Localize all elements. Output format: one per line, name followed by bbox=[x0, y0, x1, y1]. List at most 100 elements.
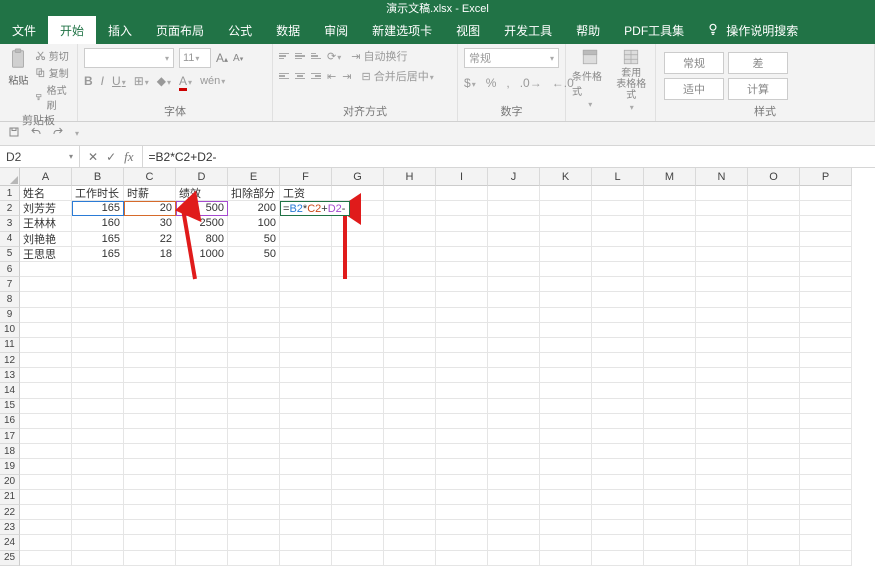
cell-D12[interactable] bbox=[176, 353, 228, 368]
cell-M25[interactable] bbox=[644, 551, 696, 566]
font-size-select[interactable]: 11▾ bbox=[179, 48, 211, 68]
cell-C7[interactable] bbox=[124, 277, 176, 292]
cell-K19[interactable] bbox=[540, 459, 592, 474]
cell-E5[interactable]: 50 bbox=[228, 247, 280, 262]
cell-B10[interactable] bbox=[72, 323, 124, 338]
cell-F1[interactable]: 工资 bbox=[280, 186, 332, 201]
cell-A12[interactable] bbox=[20, 353, 72, 368]
cell-P10[interactable] bbox=[800, 323, 852, 338]
cell-E12[interactable] bbox=[228, 353, 280, 368]
cell-G3[interactable] bbox=[332, 216, 384, 231]
border-button[interactable]: ⊞▾ bbox=[134, 74, 149, 88]
cell-I5[interactable] bbox=[436, 247, 488, 262]
cell-L5[interactable] bbox=[592, 247, 644, 262]
tab-help[interactable]: 帮助 bbox=[564, 16, 612, 44]
cell-E16[interactable] bbox=[228, 414, 280, 429]
cell-E1[interactable]: 扣除部分 bbox=[228, 186, 280, 201]
italic-button[interactable]: I bbox=[101, 74, 104, 88]
cell-O5[interactable] bbox=[748, 247, 800, 262]
cell-J17[interactable] bbox=[488, 429, 540, 444]
cell-F13[interactable] bbox=[280, 368, 332, 383]
cell-F6[interactable] bbox=[280, 262, 332, 277]
cell-P17[interactable] bbox=[800, 429, 852, 444]
cell-I23[interactable] bbox=[436, 520, 488, 535]
cell-O15[interactable] bbox=[748, 399, 800, 414]
cell-P8[interactable] bbox=[800, 292, 852, 307]
cell-O4[interactable] bbox=[748, 232, 800, 247]
cell-G12[interactable] bbox=[332, 353, 384, 368]
cell-K20[interactable] bbox=[540, 475, 592, 490]
cell-I12[interactable] bbox=[436, 353, 488, 368]
cell-G14[interactable] bbox=[332, 383, 384, 398]
col-header-M[interactable]: M bbox=[644, 168, 696, 186]
cell-M17[interactable] bbox=[644, 429, 696, 444]
cell-J9[interactable] bbox=[488, 308, 540, 323]
cell-O11[interactable] bbox=[748, 338, 800, 353]
tab-page-layout[interactable]: 页面布局 bbox=[144, 16, 216, 44]
cell-H14[interactable] bbox=[384, 383, 436, 398]
row-header-8[interactable]: 8 bbox=[0, 292, 20, 307]
cell-J25[interactable] bbox=[488, 551, 540, 566]
cell-A8[interactable] bbox=[20, 292, 72, 307]
cell-L22[interactable] bbox=[592, 505, 644, 520]
increase-font-button[interactable]: A▴ bbox=[216, 51, 228, 65]
cell-H20[interactable] bbox=[384, 475, 436, 490]
cell-O23[interactable] bbox=[748, 520, 800, 535]
tab-review[interactable]: 审阅 bbox=[312, 16, 360, 44]
cell-L23[interactable] bbox=[592, 520, 644, 535]
cell-N3[interactable] bbox=[696, 216, 748, 231]
cell-O20[interactable] bbox=[748, 475, 800, 490]
font-color-button[interactable]: A▾ bbox=[179, 74, 192, 88]
cell-F10[interactable] bbox=[280, 323, 332, 338]
cell-N22[interactable] bbox=[696, 505, 748, 520]
cell-B24[interactable] bbox=[72, 535, 124, 550]
cell-J19[interactable] bbox=[488, 459, 540, 474]
col-header-P[interactable]: P bbox=[800, 168, 852, 186]
cell-G1[interactable] bbox=[332, 186, 384, 201]
cell-C17[interactable] bbox=[124, 429, 176, 444]
cell-N8[interactable] bbox=[696, 292, 748, 307]
row-header-12[interactable]: 12 bbox=[0, 353, 20, 368]
cell-F14[interactable] bbox=[280, 383, 332, 398]
cell-H23[interactable] bbox=[384, 520, 436, 535]
cell-F8[interactable] bbox=[280, 292, 332, 307]
cell-F22[interactable] bbox=[280, 505, 332, 520]
underline-button[interactable]: U▾ bbox=[112, 74, 126, 88]
cell-I22[interactable] bbox=[436, 505, 488, 520]
cell-H9[interactable] bbox=[384, 308, 436, 323]
cell-G25[interactable] bbox=[332, 551, 384, 566]
formula-input[interactable]: =B2*C2+D2- bbox=[143, 146, 875, 167]
cell-D9[interactable] bbox=[176, 308, 228, 323]
cell-E21[interactable] bbox=[228, 490, 280, 505]
cell-M18[interactable] bbox=[644, 444, 696, 459]
cell-N13[interactable] bbox=[696, 368, 748, 383]
cell-E6[interactable] bbox=[228, 262, 280, 277]
cell-G6[interactable] bbox=[332, 262, 384, 277]
cell-D19[interactable] bbox=[176, 459, 228, 474]
undo-button[interactable] bbox=[30, 126, 42, 141]
cell-H2[interactable] bbox=[384, 201, 436, 216]
cell-M13[interactable] bbox=[644, 368, 696, 383]
cell-A13[interactable] bbox=[20, 368, 72, 383]
cell-G23[interactable] bbox=[332, 520, 384, 535]
col-header-N[interactable]: N bbox=[696, 168, 748, 186]
cell-A21[interactable] bbox=[20, 490, 72, 505]
cell-F18[interactable] bbox=[280, 444, 332, 459]
cell-M15[interactable] bbox=[644, 399, 696, 414]
cell-I15[interactable] bbox=[436, 399, 488, 414]
cell-O21[interactable] bbox=[748, 490, 800, 505]
cell-E19[interactable] bbox=[228, 459, 280, 474]
align-left-button[interactable] bbox=[279, 73, 289, 80]
cell-B12[interactable] bbox=[72, 353, 124, 368]
cell-A11[interactable] bbox=[20, 338, 72, 353]
format-painter-button[interactable]: 格式刷 bbox=[35, 82, 71, 112]
cell-C1[interactable]: 时薪 bbox=[124, 186, 176, 201]
cell-E2[interactable]: 200 bbox=[228, 201, 280, 216]
cell-E4[interactable]: 50 bbox=[228, 232, 280, 247]
cell-J7[interactable] bbox=[488, 277, 540, 292]
cell-P14[interactable] bbox=[800, 383, 852, 398]
tab-home[interactable]: 开始 bbox=[48, 16, 96, 44]
row-header-18[interactable]: 18 bbox=[0, 444, 20, 459]
cell-A23[interactable] bbox=[20, 520, 72, 535]
cell-P13[interactable] bbox=[800, 368, 852, 383]
